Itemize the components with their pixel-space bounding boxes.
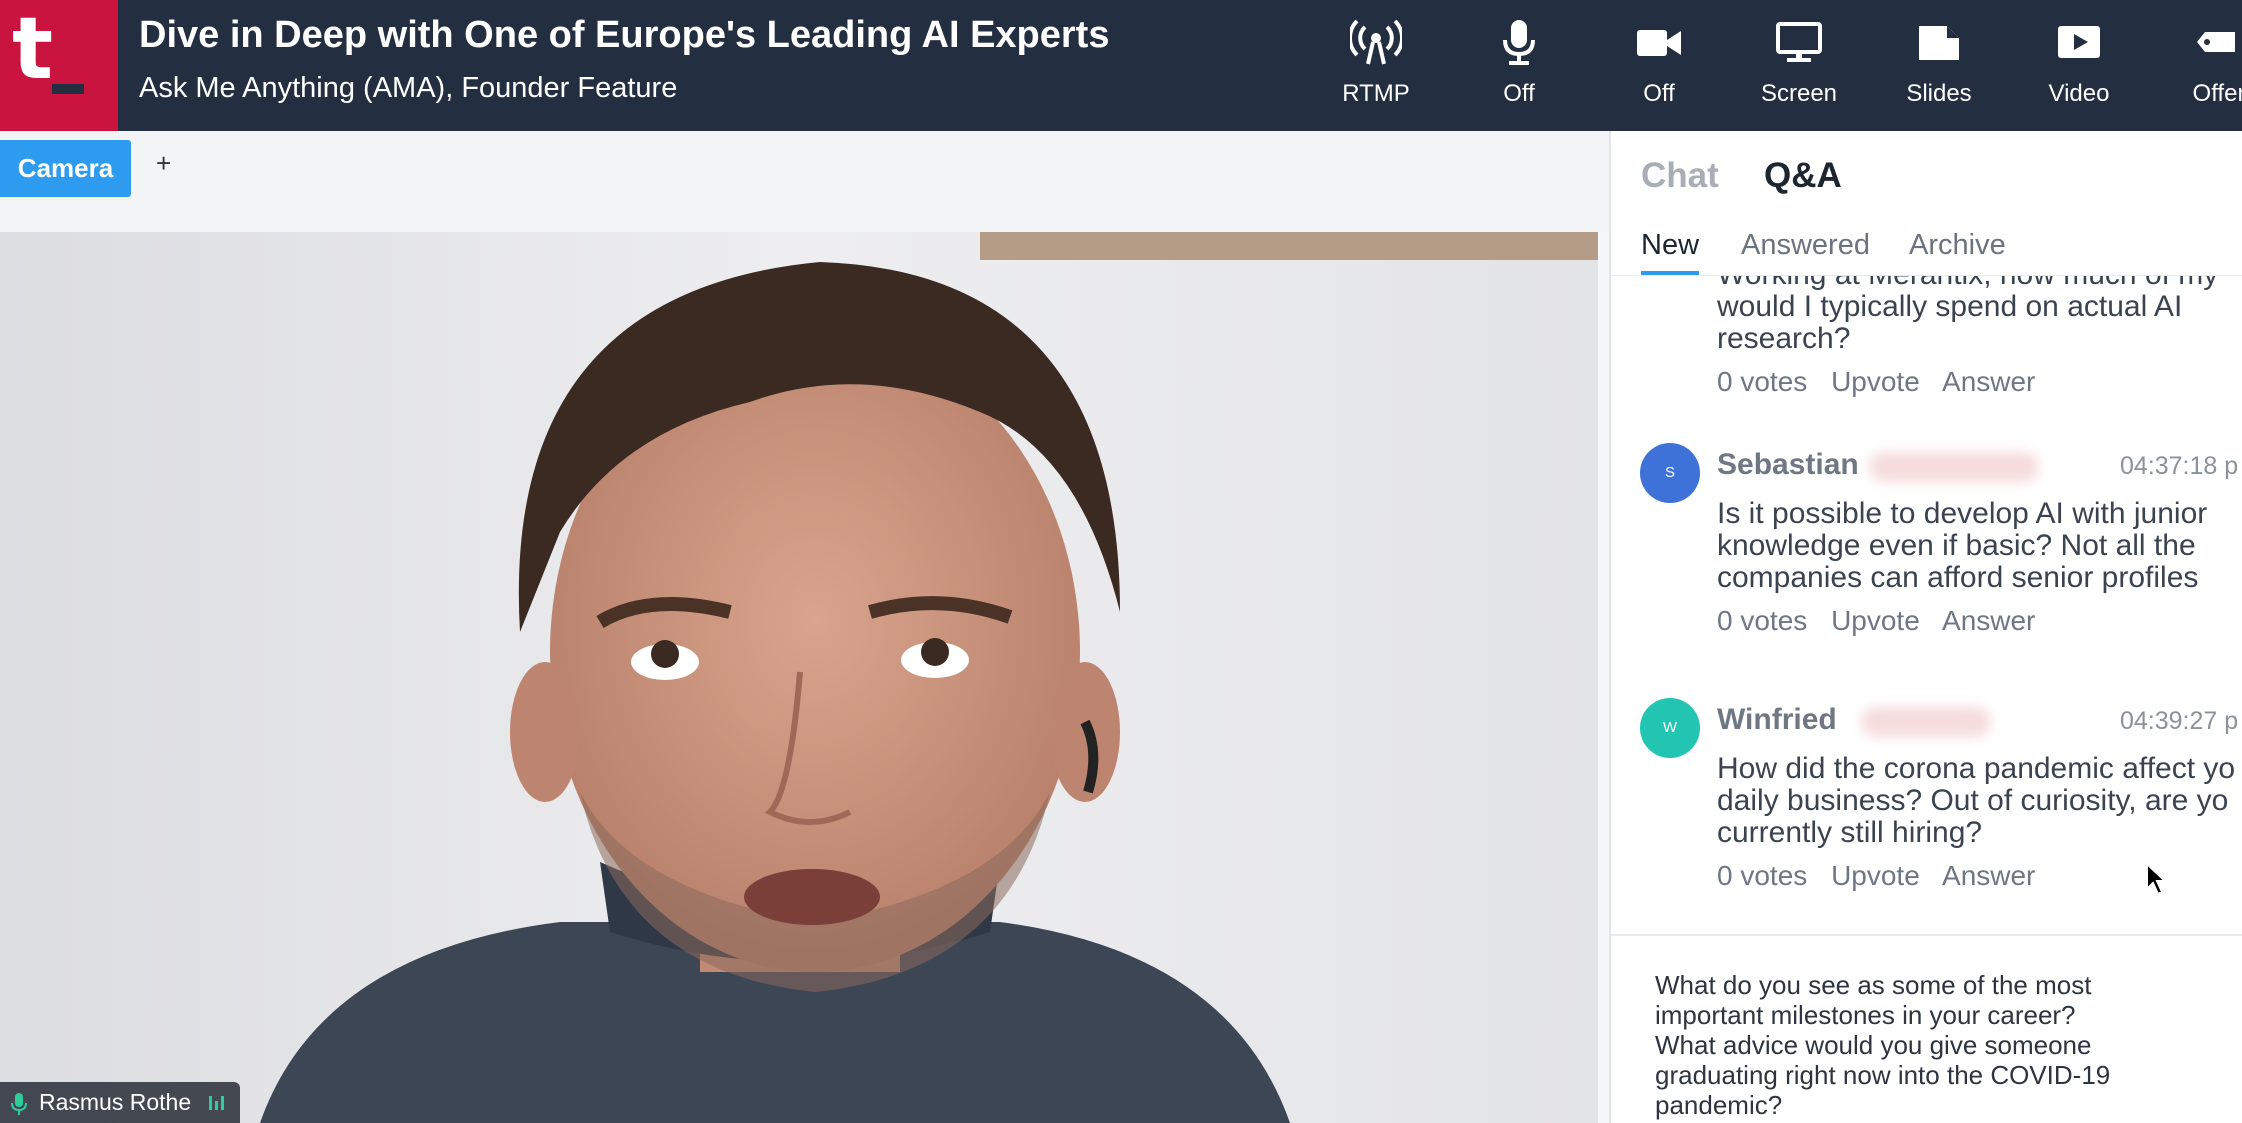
camera-toggle-label: Off — [1643, 80, 1675, 107]
speaker-mic-icon — [11, 1093, 27, 1115]
answer-button[interactable]: Answer — [1942, 860, 2035, 891]
question-author: Winfried — [1717, 703, 1837, 736]
question-actions: 0 votes Upvote Answer — [1717, 366, 2051, 398]
stage-tab-bar — [0, 131, 1610, 232]
rtmp-button[interactable]: RTMP — [1316, 18, 1436, 108]
tab-chat[interactable]: Chat — [1641, 156, 1719, 196]
question-text-line: Is it possible to develop AI with junior — [1717, 497, 2208, 530]
play-video-icon — [2058, 26, 2100, 58]
monitor-icon — [1776, 22, 1822, 62]
tab-qa[interactable]: Q&A — [1764, 156, 1842, 196]
audio-level-icon — [209, 1096, 224, 1110]
question-text-line: currently still hiring? — [1717, 816, 1983, 849]
question-author: Sebastian — [1717, 448, 1859, 481]
offer-label: Offer — [2192, 80, 2242, 107]
question-text-line: Working at Merantix, how much of my — [1717, 276, 2218, 291]
avatar: W — [1640, 698, 1700, 758]
broadcast-icon — [1350, 19, 1402, 65]
slides-label: Slides — [1906, 80, 1972, 107]
event-subtitle: Ask Me Anything (AMA), Founder Feature — [139, 72, 678, 104]
question-text-line: How did the corona pandemic affect yo — [1717, 752, 2236, 785]
add-tab-button[interactable]: + — [156, 148, 171, 179]
speaker-video — [0, 232, 1598, 1123]
subtab-new[interactable]: New — [1641, 229, 1699, 262]
question-text-line: research? — [1717, 322, 1851, 355]
vote-count: 0 votes — [1717, 605, 1808, 636]
tag-icon — [2197, 32, 2235, 52]
slides-button[interactable]: Slides — [1879, 18, 1999, 108]
question-actions: 0 votes Upvote Answer — [1717, 605, 2051, 637]
avatar: S — [1640, 443, 1700, 503]
top-bar: t Dive in Deep with One of Europe's Lead… — [0, 0, 2242, 131]
video-button[interactable]: Video — [2019, 18, 2139, 108]
question-text-line: daily business? Out of curiosity, are yo — [1717, 784, 2229, 817]
question-input[interactable]: What do you see as some of the most impo… — [1611, 934, 2242, 1123]
question-input-text[interactable]: What do you see as some of the most impo… — [1655, 970, 2215, 1120]
screen-share-label: Screen — [1760, 80, 1838, 107]
upvote-button[interactable]: Upvote — [1831, 860, 1920, 891]
speaker-name: Rasmus Rothe — [39, 1089, 192, 1115]
answer-button[interactable]: Answer — [1942, 366, 2035, 397]
speaker-video-frame — [0, 232, 1598, 1123]
video-label: Video — [2048, 80, 2110, 107]
logo-underscore — [52, 84, 84, 94]
camera-toggle-button[interactable]: Off — [1599, 18, 1719, 108]
camera-icon — [1637, 30, 1681, 56]
logo-letter: t — [12, 0, 54, 99]
upvote-button[interactable]: Upvote — [1831, 605, 1920, 636]
microphone-icon — [1503, 20, 1535, 65]
rtmp-label: RTMP — [1342, 80, 1410, 107]
offer-button[interactable]: Offer — [2159, 18, 2242, 108]
event-title: Dive in Deep with One of Europe's Leadin… — [139, 14, 1110, 56]
camera-tab[interactable]: Camera — [0, 140, 131, 197]
app-logo[interactable]: t — [0, 0, 118, 131]
answer-button[interactable]: Answer — [1942, 605, 2035, 636]
question-text-line: would I typically spend on actual AI — [1717, 290, 2183, 323]
question-text-line: companies can afford senior profiles — [1717, 561, 2199, 594]
slides-icon — [1919, 26, 1959, 60]
microphone-button[interactable]: Off — [1459, 18, 1579, 108]
subtab-answered[interactable]: Answered — [1741, 229, 1870, 262]
question-actions: 0 votes Upvote Answer — [1717, 860, 2051, 892]
question-timestamp: 04:37:18 p — [2120, 452, 2239, 480]
side-panel: Chat Q&A New Answered Archive Working at… — [1609, 131, 2242, 1123]
vote-count: 0 votes — [1717, 366, 1808, 397]
mouse-cursor-icon — [2146, 863, 2168, 896]
question-timestamp: 04:39:27 p — [2120, 707, 2239, 735]
upvote-button[interactable]: Upvote — [1831, 366, 1920, 397]
speaker-name-tag: Rasmus Rothe — [0, 1082, 240, 1123]
question-text-line: knowledge even if basic? Not all the — [1717, 529, 2196, 562]
questions-list: Working at Merantix, how much of my woul… — [1611, 276, 2242, 934]
microphone-label: Off — [1503, 80, 1535, 107]
vote-count: 0 votes — [1717, 860, 1808, 891]
screen-share-button[interactable]: Screen — [1739, 18, 1859, 108]
redacted-surname — [1861, 707, 1991, 737]
redacted-surname — [1869, 452, 2039, 482]
subtab-archive[interactable]: Archive — [1909, 229, 2006, 262]
